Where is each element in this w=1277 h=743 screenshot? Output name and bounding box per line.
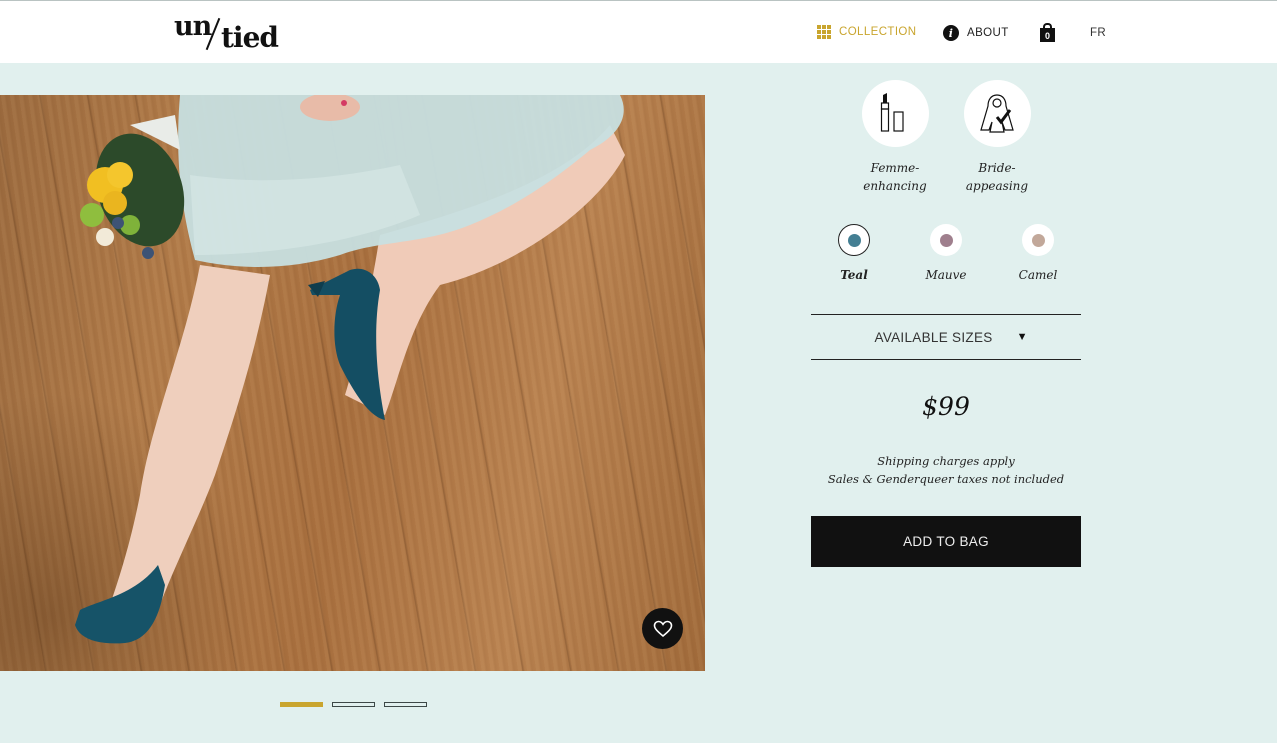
bride-veil-icon bbox=[980, 93, 1014, 133]
heart-icon bbox=[653, 620, 672, 637]
carousel-dot-1[interactable] bbox=[280, 702, 323, 707]
carousel-dot-3[interactable] bbox=[384, 702, 427, 707]
feature-label: Bride- appeasing bbox=[942, 159, 1052, 195]
leg-left bbox=[110, 265, 270, 605]
feature-icon-circle bbox=[861, 80, 929, 147]
carousel-dot-2[interactable] bbox=[332, 702, 375, 707]
bouquet-flower-yellow bbox=[103, 191, 127, 215]
sizes-label: AVAILABLE SIZES bbox=[874, 329, 993, 345]
tax-note: Sales & Genderqueer taxes not included bbox=[827, 472, 1065, 486]
shipping-info: Shipping charges apply Sales & Genderque… bbox=[811, 452, 1081, 488]
color-swatch-teal[interactable]: Teal bbox=[819, 224, 889, 282]
language-switch[interactable]: FR bbox=[1090, 27, 1106, 39]
sizes-dropdown[interactable]: AVAILABLE SIZES ▼ bbox=[811, 314, 1081, 360]
feature-label-line1: Femme- bbox=[870, 161, 920, 175]
swatch-name: Camel bbox=[1018, 268, 1058, 282]
swatch-ring bbox=[930, 224, 962, 256]
nav-about-label: ABOUT bbox=[967, 27, 1009, 39]
shopping-bag-button[interactable]: 0 bbox=[1040, 23, 1055, 42]
lipstick-icon bbox=[880, 92, 904, 132]
info-icon: i bbox=[943, 25, 959, 41]
swatch-color bbox=[1031, 233, 1045, 247]
bag-count: 0 bbox=[1040, 28, 1055, 42]
nav-collection[interactable]: COLLECTION bbox=[817, 25, 917, 39]
teal-shoe-right bbox=[310, 268, 385, 420]
feature-label-line1: Bride- bbox=[978, 161, 1016, 175]
favorite-button[interactable] bbox=[642, 608, 683, 649]
logo-part-un: un bbox=[174, 11, 212, 42]
bouquet-flower-white bbox=[96, 228, 114, 246]
product-price: $99 bbox=[922, 392, 970, 421]
feature-icon-circle bbox=[963, 80, 1031, 147]
photo-illustration bbox=[75, 95, 625, 644]
feature-bride-appeasing: Bride- appeasing bbox=[942, 80, 1052, 195]
feature-label: Femme- enhancing bbox=[840, 159, 950, 195]
bouquet-flower-green bbox=[80, 203, 104, 227]
caret-down-icon: ▼ bbox=[1016, 331, 1028, 343]
feature-label-line2: enhancing bbox=[863, 179, 927, 193]
swatch-color bbox=[939, 233, 953, 247]
swatch-ring bbox=[838, 224, 870, 256]
feature-femme-enhancing: Femme- enhancing bbox=[840, 80, 950, 195]
logo-part-tied: tied bbox=[221, 21, 279, 54]
bouquet-flower-yellow bbox=[107, 162, 133, 188]
shipping-note: Shipping charges apply bbox=[877, 454, 1015, 468]
site-header: un tied COLLECTION i ABOUT 0 FR bbox=[0, 0, 1277, 63]
color-swatch-camel[interactable]: Camel bbox=[1003, 224, 1073, 282]
swatch-name: Mauve bbox=[925, 268, 967, 282]
add-to-bag-button[interactable]: ADD TO BAG bbox=[811, 516, 1081, 567]
nail-polish bbox=[341, 100, 347, 106]
bouquet-thistle bbox=[112, 217, 124, 229]
swatch-color bbox=[847, 233, 861, 247]
nav-about[interactable]: i ABOUT bbox=[943, 25, 1009, 41]
swatch-name: Teal bbox=[840, 268, 868, 282]
swatch-ring bbox=[1022, 224, 1054, 256]
grid-icon bbox=[817, 25, 831, 39]
carousel-pagination bbox=[280, 702, 427, 707]
color-swatch-mauve[interactable]: Mauve bbox=[911, 224, 981, 282]
nav-collection-label: COLLECTION bbox=[839, 26, 917, 38]
feature-label-line2: appeasing bbox=[965, 179, 1029, 193]
bouquet-thistle bbox=[142, 247, 154, 259]
logo[interactable]: un tied bbox=[174, 11, 294, 55]
product-image bbox=[0, 95, 705, 671]
